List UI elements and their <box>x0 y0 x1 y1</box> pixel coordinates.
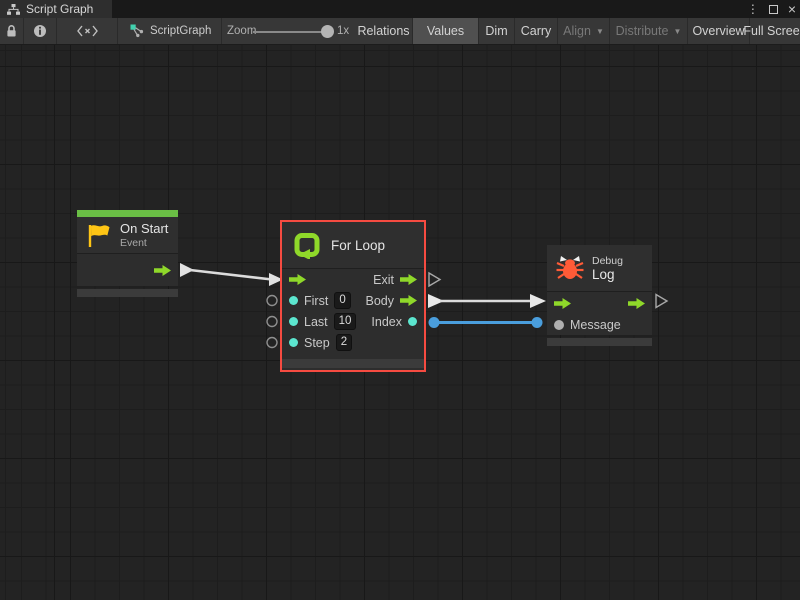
index-value-port[interactable] <box>408 317 417 326</box>
toolbar-button-dim[interactable]: Dim <box>479 18 515 44</box>
node-on-start[interactable]: On Start Event <box>77 210 178 297</box>
script-graph-icon <box>130 24 144 38</box>
edit-source-button[interactable] <box>57 18 118 44</box>
toolbar-button-distribute[interactable]: Distribute▼ <box>610 18 688 44</box>
zoom-label: Zoom <box>227 18 256 44</box>
loop-icon <box>291 231 323 259</box>
exit-port-indicator[interactable] <box>429 273 440 286</box>
bug-icon <box>556 255 584 281</box>
last-port-label: Last <box>304 315 328 329</box>
node-title-top: Debug <box>592 255 623 267</box>
inspect-button[interactable] <box>24 18 57 44</box>
port-row: Step 2 <box>282 332 424 353</box>
first-port-indicator[interactable] <box>267 296 277 306</box>
zoom-slider-handle[interactable] <box>321 25 334 38</box>
graph-name-label: ScriptGraph <box>150 25 211 37</box>
exit-port-label: Exit <box>373 273 394 287</box>
flow-input-port[interactable] <box>289 274 306 285</box>
last-value-field[interactable]: 10 <box>334 313 357 330</box>
node-title: For Loop <box>331 238 385 253</box>
node-footer <box>282 359 424 368</box>
node-subtitle: Event <box>120 237 168 249</box>
node-footer <box>77 289 178 297</box>
index-port-label: Index <box>371 315 402 329</box>
node-for-loop[interactable]: For Loop Exit First 0 Body <box>280 220 426 372</box>
toolbar-button-fullscreen[interactable]: Full Screen <box>750 18 800 44</box>
window-menu-icon[interactable]: ⋮ <box>747 0 759 18</box>
last-port-indicator[interactable] <box>267 317 277 327</box>
node-footer <box>547 338 652 346</box>
graph-hierarchy-icon <box>7 4 20 15</box>
event-color-bar <box>77 210 178 217</box>
first-value-field[interactable]: 0 <box>334 292 350 309</box>
port-row <box>547 292 652 314</box>
wire-onstart-to-forloop[interactable] <box>180 263 283 286</box>
port-row: First 0 Body <box>282 290 424 311</box>
chevron-down-icon: ▼ <box>673 27 681 36</box>
port-row: Message <box>547 314 652 335</box>
toolbar-button-align[interactable]: Align▼ <box>558 18 610 44</box>
body-flow-port[interactable] <box>400 295 417 306</box>
toolbar-button-carry[interactable]: Carry <box>515 18 558 44</box>
close-icon[interactable]: × <box>788 0 796 18</box>
flow-input-port[interactable] <box>554 298 571 309</box>
step-port-label: Step <box>304 336 330 350</box>
exit-flow-port[interactable] <box>400 274 417 285</box>
zoom-value: 1x <box>337 18 349 44</box>
lock-button[interactable] <box>0 18 24 44</box>
window-title: Script Graph <box>26 2 93 16</box>
zoom-slider-track[interactable] <box>253 31 330 33</box>
maximize-icon[interactable] <box>769 5 778 14</box>
toolbar-button-overview[interactable]: Overview <box>688 18 750 44</box>
window-titlebar: Script Graph ⋮ × <box>0 0 800 18</box>
message-value-port[interactable] <box>554 320 564 330</box>
port-row: Exit <box>282 269 424 290</box>
step-value-port[interactable] <box>289 338 298 347</box>
first-value-port[interactable] <box>289 296 298 305</box>
debuglog-exit-indicator[interactable] <box>656 295 667 308</box>
graph-canvas[interactable]: On Start Event For Loop <box>0 45 800 600</box>
step-value-field[interactable]: 2 <box>336 334 352 351</box>
graph-breadcrumb[interactable]: ScriptGraph <box>118 18 222 44</box>
last-value-port[interactable] <box>289 317 298 326</box>
flag-icon <box>86 223 112 248</box>
port-row: Last 10 Index <box>282 311 424 332</box>
node-title: Log <box>592 267 623 282</box>
node-debug-log[interactable]: Debug Log Message <box>547 245 652 346</box>
lock-icon <box>5 24 18 38</box>
wire-index-to-message[interactable] <box>429 317 543 328</box>
chevron-down-icon: ▼ <box>596 27 604 36</box>
flow-output-port[interactable] <box>628 298 645 309</box>
message-port-label: Message <box>570 318 621 332</box>
info-icon <box>33 24 47 38</box>
graph-toolbar: ScriptGraph Zoom 1x Relations Values Dim… <box>0 18 800 45</box>
toolbar-button-relations[interactable]: Relations <box>355 18 413 44</box>
step-port-indicator[interactable] <box>267 338 277 348</box>
first-port-label: First <box>304 294 328 308</box>
flow-output-port[interactable] <box>154 265 171 276</box>
wire-body-to-debuglog[interactable] <box>428 294 546 308</box>
node-title: On Start <box>120 221 168 236</box>
tab-script-graph[interactable]: Script Graph <box>0 0 112 18</box>
toolbar-button-values[interactable]: Values <box>413 18 479 44</box>
code-icon <box>77 25 98 37</box>
body-port-label: Body <box>366 294 395 308</box>
